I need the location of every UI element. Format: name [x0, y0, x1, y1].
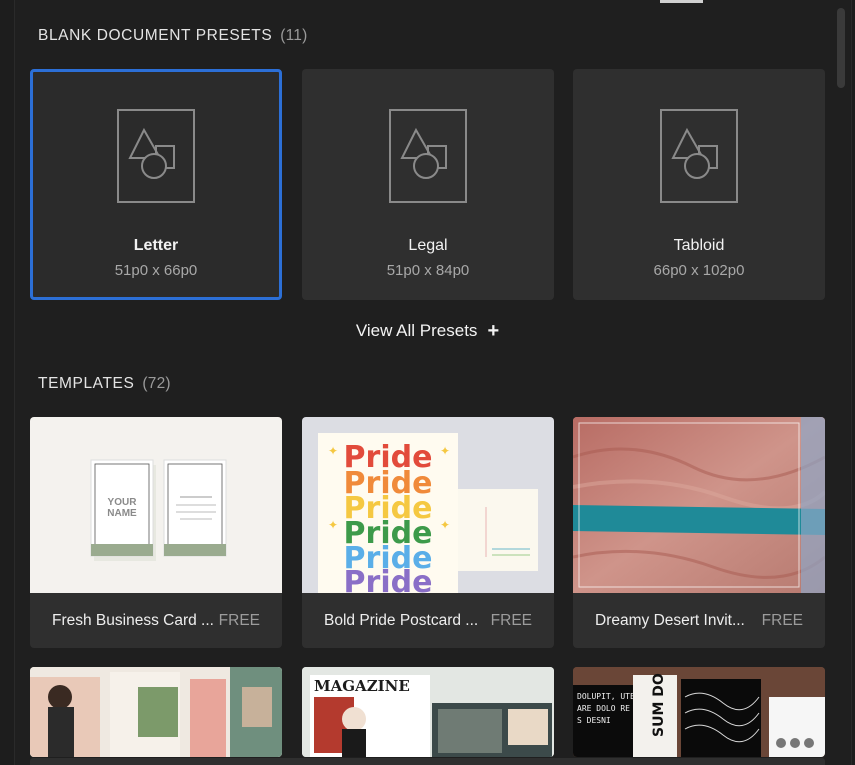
template-thumbnail: [573, 417, 825, 593]
svg-text:✦: ✦: [440, 518, 450, 532]
magazine-masthead: MAGAZINE: [314, 677, 410, 695]
template-card-fresh-business-card[interactable]: YOUR NAME Fresh Business Card ... FREE: [30, 417, 282, 648]
next-row-edge: [30, 758, 825, 765]
plus-icon: +: [487, 320, 500, 342]
preset-name: Tabloid: [673, 237, 725, 254]
svg-text:✦: ✦: [440, 444, 450, 458]
template-card-dreamy-desert-invitation[interactable]: Dreamy Desert Invit... FREE: [573, 417, 825, 648]
template-thumbnail: DOLUPIT, UTEL ARE DOLO RE S DESNI SUM DO: [573, 667, 825, 757]
template-thumbnail: MAGAZINE: [302, 667, 554, 757]
free-badge: FREE: [490, 612, 532, 629]
blank-presets-heading: BLANK DOCUMENT PRESETS (11): [38, 27, 307, 45]
svg-text:S DESNI: S DESNI: [577, 716, 611, 725]
template-thumbnail: Pride Pride Pride Pride Pride Pride ✦ ✦ …: [302, 417, 554, 593]
svg-text:YOUR: YOUR: [108, 497, 138, 508]
template-card-bold-pride-postcard[interactable]: Pride Pride Pride Pride Pride Pride ✦ ✦ …: [302, 417, 554, 648]
view-all-presets-label: View All Presets: [355, 321, 478, 340]
templates-count: (72): [142, 375, 171, 392]
preset-card-tabloid[interactable]: Tabloid 66p0 x 102p0: [573, 69, 825, 300]
top-indicator: [660, 0, 703, 3]
template-thumbnail: [30, 667, 282, 757]
svg-text:✦: ✦: [328, 444, 338, 458]
svg-text:ARE DOLO RE: ARE DOLO RE: [577, 704, 630, 713]
free-badge: FREE: [218, 612, 260, 629]
document-shapes-icon: [659, 108, 739, 204]
template-card-row3-3[interactable]: DOLUPIT, UTEL ARE DOLO RE S DESNI SUM DO: [573, 667, 825, 757]
template-name: Dreamy Desert Invit...: [595, 612, 745, 629]
templates-heading: TEMPLATES (72): [38, 375, 171, 393]
svg-text:Pride: Pride: [344, 565, 433, 593]
preset-size: 51p0 x 66p0: [114, 262, 198, 279]
template-name: Bold Pride Postcard ...: [324, 612, 479, 629]
preset-size: 51p0 x 84p0: [386, 262, 470, 279]
svg-text:NAME: NAME: [107, 508, 137, 519]
scrollbar[interactable]: [837, 8, 845, 745]
document-shapes-icon: [388, 108, 468, 204]
preset-card-legal[interactable]: Legal 51p0 x 84p0: [302, 69, 554, 300]
preset-size: 66p0 x 102p0: [653, 262, 745, 279]
preset-name: Letter: [133, 237, 179, 254]
preset-name: Legal: [408, 237, 448, 254]
lorem-text: DOLUPIT, UTEL: [577, 692, 640, 701]
sum-do-text: SUM DO: [651, 673, 667, 737]
free-badge: FREE: [761, 612, 803, 629]
blank-presets-title: BLANK DOCUMENT PRESETS: [38, 27, 273, 44]
scrollbar-thumb[interactable]: [837, 8, 845, 88]
template-thumbnail: YOUR NAME: [30, 417, 282, 593]
preset-card-letter[interactable]: Letter 51p0 x 66p0: [30, 69, 282, 300]
svg-text:✦: ✦: [328, 518, 338, 532]
blank-presets-count: (11): [280, 27, 308, 44]
view-all-presets-link[interactable]: View All Presets +: [0, 320, 855, 343]
template-name: Fresh Business Card ...: [52, 612, 214, 629]
template-card-row3-2[interactable]: MAGAZINE: [302, 667, 554, 757]
templates-title: TEMPLATES: [38, 375, 135, 392]
template-card-row3-1[interactable]: [30, 667, 282, 757]
document-shapes-icon: [116, 108, 196, 204]
